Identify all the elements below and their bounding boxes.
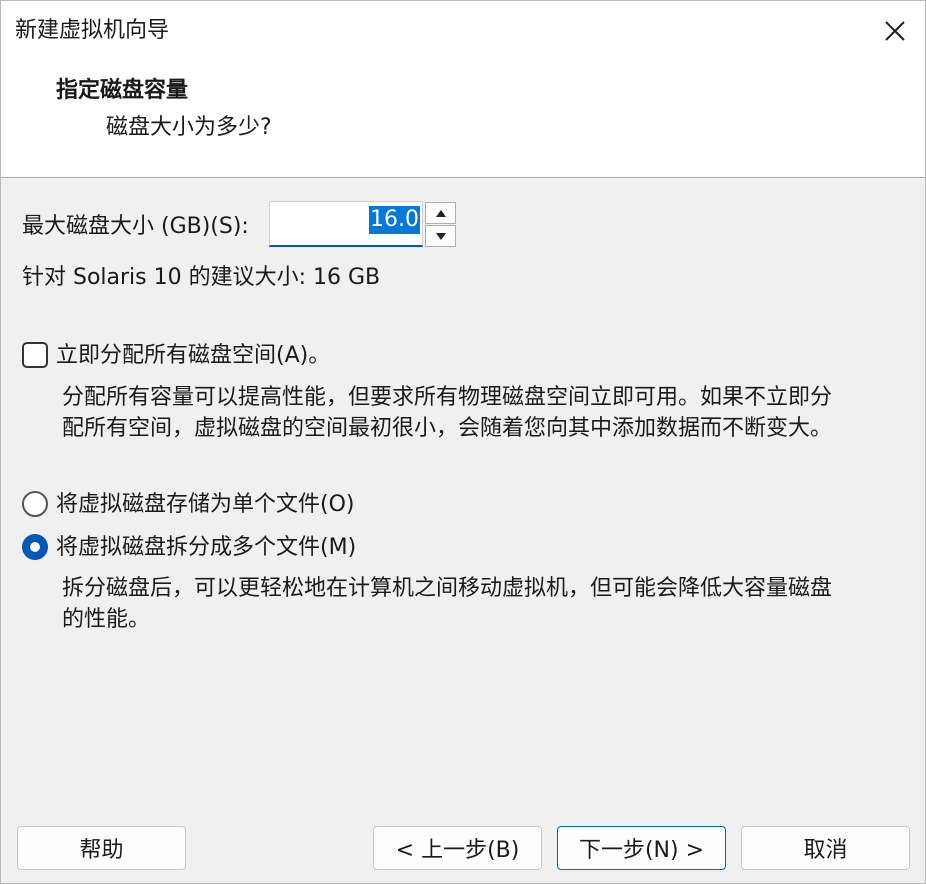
arrow-down-icon [435, 232, 446, 240]
multi-file-label[interactable]: 将虚拟磁盘拆分成多个文件(M) [56, 533, 356, 563]
disk-size-label: 最大磁盘大小 (GB)(S): [22, 214, 249, 239]
allocate-all-label[interactable]: 立即分配所有磁盘空间(A)。 [56, 341, 330, 371]
wizard-header: 指定磁盘容量 磁盘大小为多少? [1, 61, 925, 178]
single-file-label[interactable]: 将虚拟磁盘存储为单个文件(O) [56, 490, 354, 520]
back-button[interactable]: < 上一步(B) [373, 826, 542, 870]
disk-size-input[interactable]: 16.0 [269, 201, 423, 247]
help-button[interactable]: 帮助 [17, 826, 186, 870]
title-bar: 新建虚拟机向导 [1, 1, 925, 61]
page-title: 指定磁盘容量 [56, 78, 189, 103]
spin-down-button[interactable] [425, 225, 456, 247]
multi-file-description-line1: 拆分磁盘后，可以更轻松地在计算机之间移动虚拟机，但可能会降低大容量磁盘 [62, 576, 833, 601]
new-vm-wizard-window: 新建虚拟机向导 指定磁盘容量 磁盘大小为多少? 最大磁盘大小 (GB)(S): … [0, 0, 926, 884]
window-title: 新建虚拟机向导 [15, 18, 170, 43]
multi-file-radio[interactable] [22, 534, 48, 560]
allocate-description-line2: 配所有空间，虚拟磁盘的空间最初很小，会随着您向其中添加数据而不断变大。 [62, 416, 833, 441]
close-button[interactable] [865, 1, 925, 61]
page-subtitle: 磁盘大小为多少? [106, 115, 272, 140]
spin-up-button[interactable] [425, 202, 456, 224]
disk-size-value: 16.0 [369, 206, 420, 234]
close-icon [885, 21, 905, 41]
allocate-all-checkbox[interactable] [22, 342, 48, 368]
multi-file-description-line2: 的性能。 [62, 607, 151, 632]
single-file-radio[interactable] [22, 491, 48, 517]
next-button[interactable]: 下一步(N) > [557, 826, 726, 870]
allocate-description-line1: 分配所有容量可以提高性能，但要求所有物理磁盘空间立即可用。如果不立即分 [62, 385, 833, 410]
cancel-button[interactable]: 取消 [741, 826, 910, 870]
recommended-size-text: 针对 Solaris 10 的建议大小: 16 GB [22, 265, 381, 290]
arrow-up-icon [435, 209, 446, 217]
disk-size-spinbox: 16.0 [269, 201, 457, 247]
